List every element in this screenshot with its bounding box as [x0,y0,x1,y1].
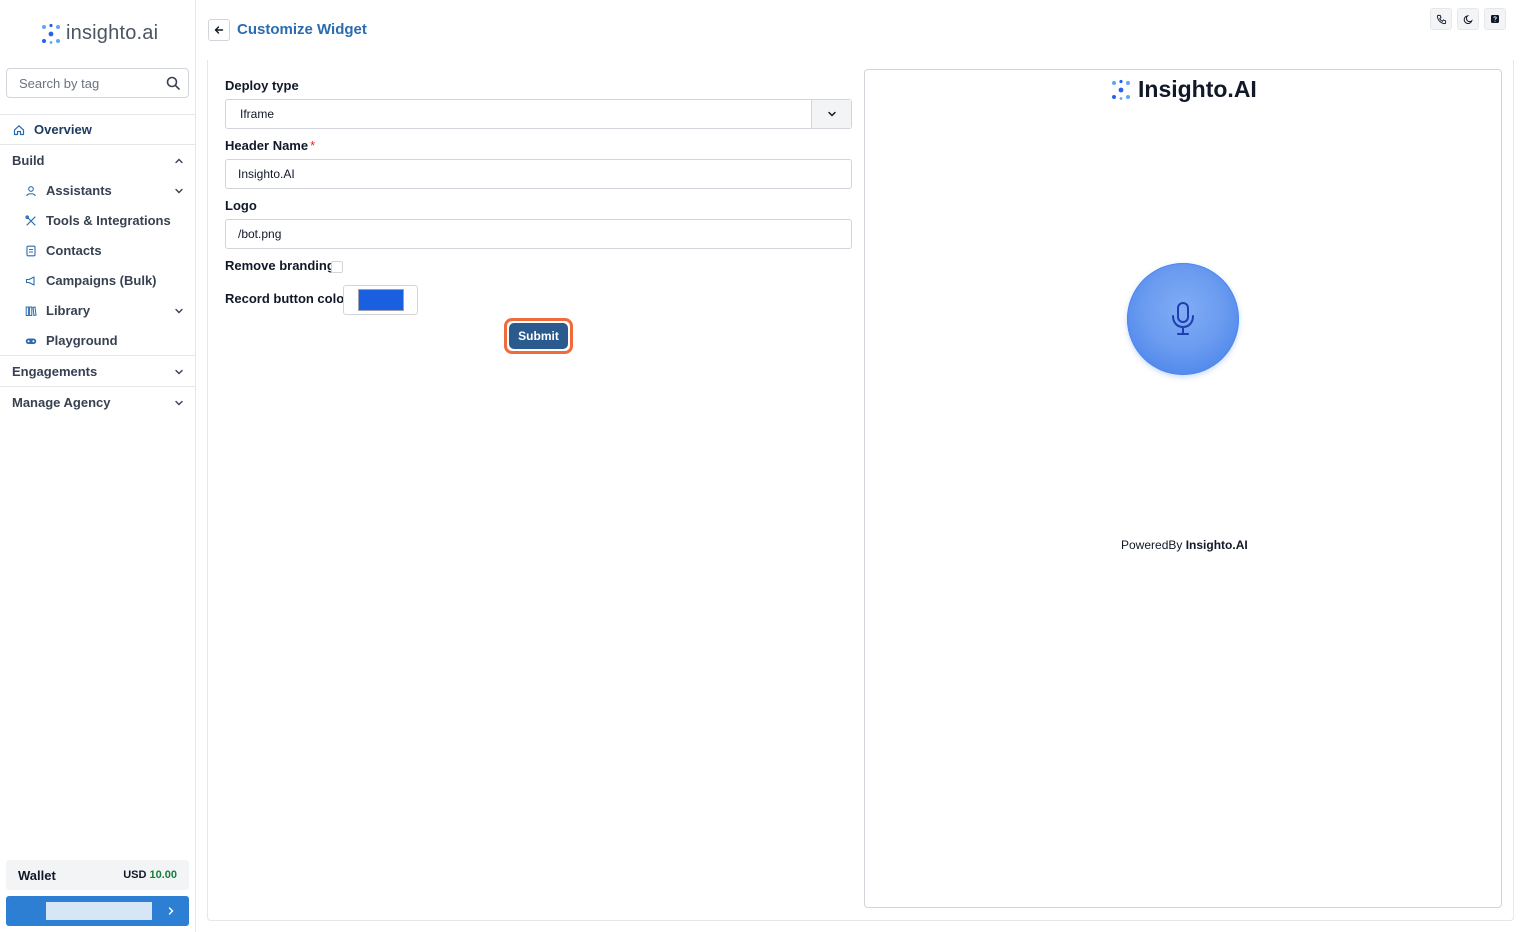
wallet-label: Wallet [18,867,56,883]
preview-title: Insighto.AI [1138,76,1257,102]
gamepad-icon [24,334,38,348]
contact-card-icon [24,244,38,258]
search-input[interactable] [19,75,159,91]
chevron-right-icon [167,904,175,919]
sidebar-item-label: Playground [46,333,118,348]
divider [0,386,195,387]
color-swatch [357,289,404,311]
submit-button[interactable]: Submit [504,318,573,354]
wallet-balance: USD 10.00 [123,869,177,881]
moon-icon [1463,14,1473,24]
chevron-down-icon [174,367,184,377]
help-icon [1491,15,1499,23]
deploy-type-value: Iframe [240,107,275,121]
megaphone-icon [24,274,38,288]
sidebar-item-playground[interactable]: Playground [24,333,184,348]
sidebar-item-label: Library [46,303,91,318]
sidebar-item-campaigns[interactable]: Campaigns (Bulk) [24,273,184,288]
header-name-value: Insighto.AI [238,167,295,181]
required-marker: * [310,138,316,153]
theme-toggle-button[interactable] [1457,8,1479,30]
insighto-logo-icon [42,23,60,44]
sidebar-item-contacts[interactable]: Contacts [24,243,184,258]
sidebar-section-label: Manage Agency [12,395,111,410]
widget-preview [864,69,1502,908]
powered-by-text: PoweredBy Insighto.AI [1121,538,1248,552]
submit-button-label: Submit [509,323,568,349]
microphone-icon [1172,302,1194,335]
sidebar-item-overview[interactable]: Overview [12,122,184,137]
chevron-down-icon [174,186,184,196]
sidebar-section-build[interactable]: Build [12,153,184,168]
header-name-input[interactable]: Insighto.AI [225,159,852,189]
sidebar-section-manage-agency[interactable]: Manage Agency [12,395,184,410]
sidebar-item-library[interactable]: Library [24,303,184,318]
chevron-up-icon [174,156,184,166]
deploy-type-select[interactable]: Iframe [225,99,852,129]
header-name-label: Header Name * [225,138,315,153]
sidebar: insighto.ai Overview Build Assistants [0,0,196,932]
sidebar-section-label: Engagements [12,364,98,379]
sidebar-item-label: Contacts [46,243,102,258]
home-icon [12,123,26,137]
phone-button[interactable] [1430,8,1452,30]
header-name-label-text: Header Name [225,138,309,153]
preview-header: Insighto.AI [1110,76,1257,103]
sidebar-item-label: Tools & Integrations [46,213,171,228]
chevron-down-icon [174,306,184,316]
record-button-color-picker[interactable] [343,285,418,315]
remove-branding-label: Remove branding [225,258,335,273]
logo-label: Logo [225,198,257,213]
divider [0,355,195,356]
record-button-color-label: Record button color [225,291,350,306]
sidebar-item-label: Campaigns (Bulk) [46,273,157,288]
sidebar-item-label: Assistants [46,183,112,198]
arrow-left-icon [214,26,224,34]
remove-branding-checkbox[interactable] [331,261,343,273]
chevron-down-icon[interactable] [811,100,851,128]
phone-icon [1436,14,1446,24]
wallet-amount: 10.00 [149,869,177,881]
chevron-down-icon [174,398,184,408]
back-button[interactable] [208,19,230,41]
sidebar-item-label: Overview [34,122,92,137]
help-button[interactable] [1484,8,1506,30]
wallet-panel[interactable]: Wallet USD 10.00 [6,860,189,890]
user-icon [24,184,38,198]
user-menu-button[interactable] [6,896,189,926]
library-icon [24,304,38,318]
sidebar-section-engagements[interactable]: Engagements [12,364,184,379]
powered-by-label: PoweredBy [1121,538,1183,552]
sidebar-section-label: Build [12,153,45,168]
search-icon[interactable] [166,76,180,90]
brand-logo[interactable]: insighto.ai [40,22,158,45]
record-button[interactable] [1127,263,1239,375]
brand-name: insighto.ai [66,22,159,44]
search-box [6,68,189,98]
tools-icon [24,214,38,228]
divider [0,144,195,145]
wallet-currency: USD [123,869,147,881]
divider [0,114,195,115]
sidebar-item-assistants[interactable]: Assistants [24,183,184,198]
page-title: Customize Widget [237,21,367,38]
logo-input[interactable]: /bot.png [225,219,852,249]
insighto-logo-icon [1112,79,1130,100]
sidebar-item-tools[interactable]: Tools & Integrations [24,213,184,228]
deploy-type-label: Deploy type [225,78,299,93]
redacted-user-name [46,902,152,920]
logo-value: /bot.png [238,227,282,241]
header-actions [1430,8,1506,30]
powered-by-brand: Insighto.AI [1185,538,1248,552]
